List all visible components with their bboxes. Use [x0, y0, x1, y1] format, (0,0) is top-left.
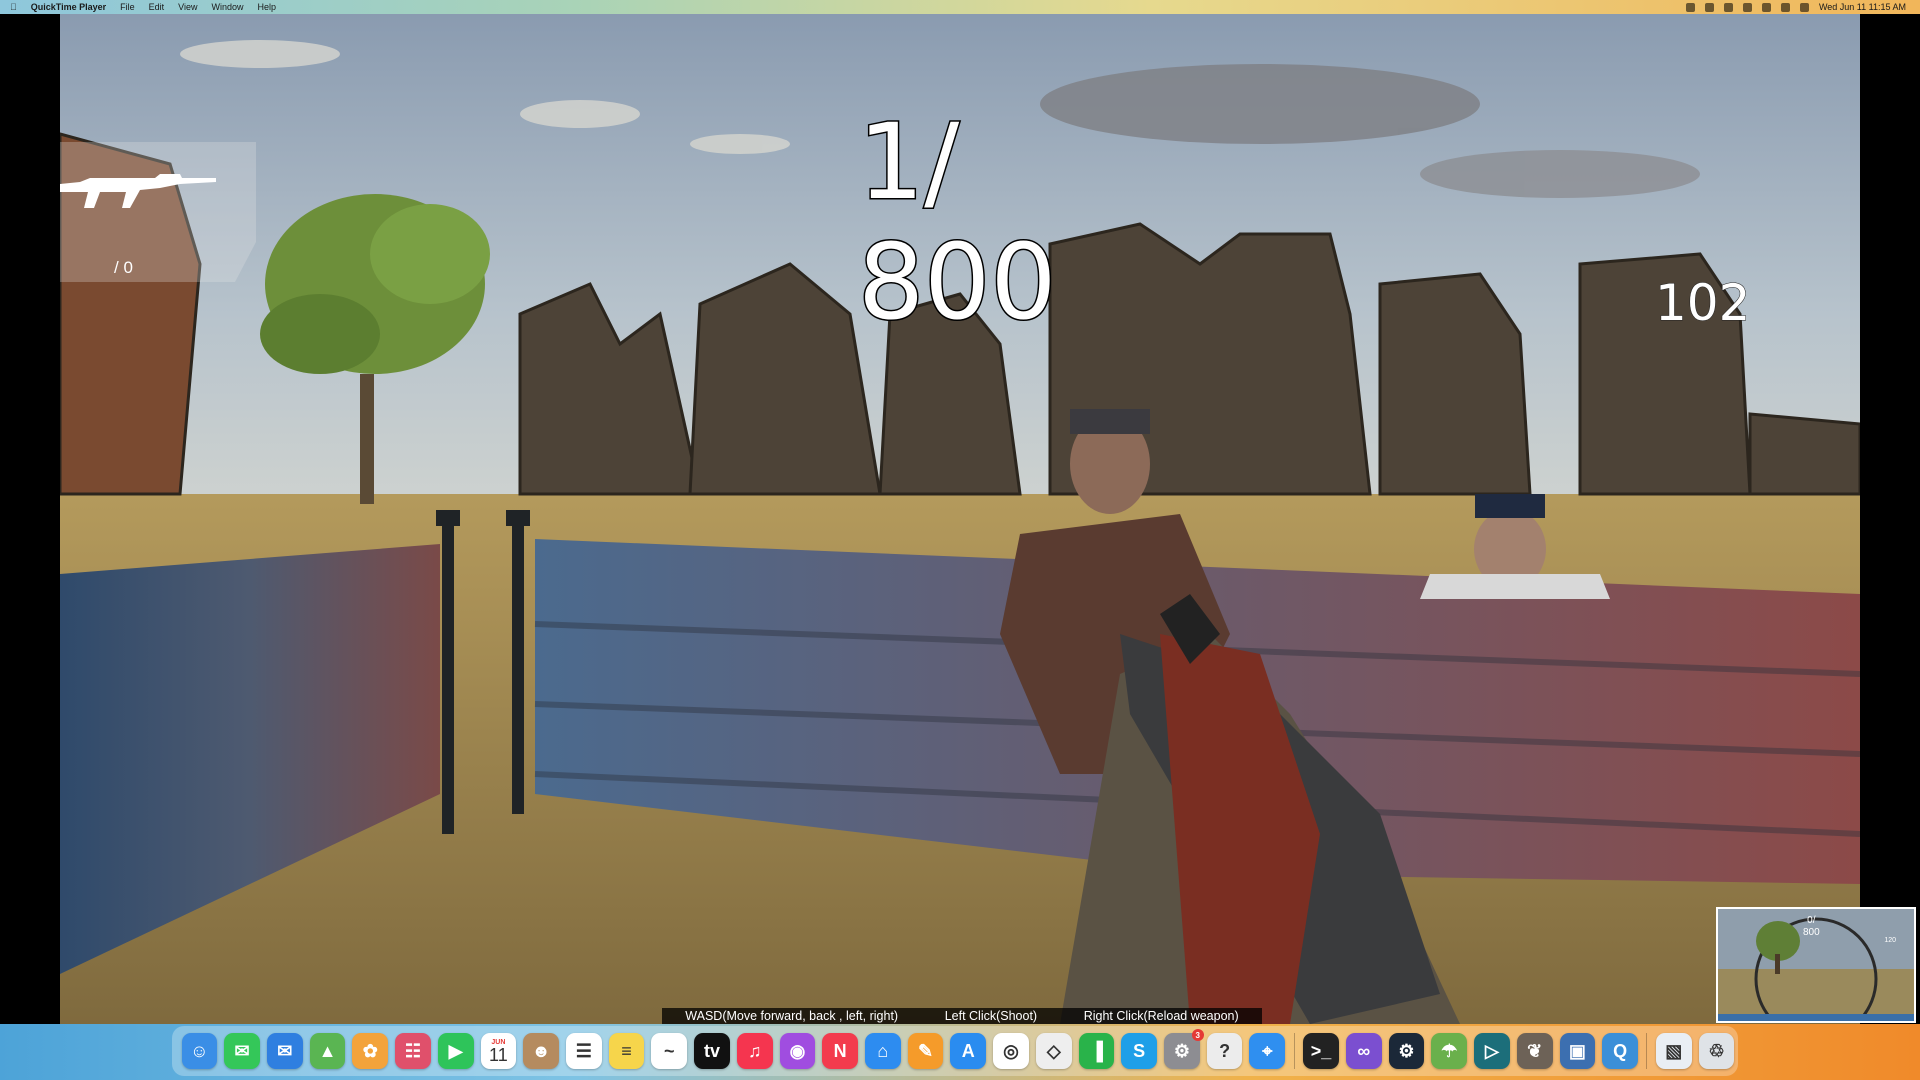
keynote-icon[interactable]: ⌂	[865, 1033, 901, 1069]
thumbnail-counter-current: 0/	[1807, 915, 1816, 926]
clock[interactable]: Wed Jun 11 11:15 AM	[1819, 2, 1906, 12]
menu-edit[interactable]: Edit	[149, 2, 165, 12]
kill-count: 102	[1654, 274, 1751, 333]
controls-shoot: Left Click(Shoot)	[944, 1009, 1038, 1023]
assault-rifle-icon	[60, 174, 216, 208]
freeform-icon[interactable]: ~	[651, 1033, 688, 1069]
skype-icon[interactable]: S	[1121, 1033, 1158, 1069]
calendar-icon[interactable]: JUN 11	[480, 1033, 517, 1069]
controls-reload: Right Click(Reload weapon)	[1083, 1009, 1239, 1023]
podcasts-icon[interactable]: ◉	[779, 1033, 816, 1069]
menu-help[interactable]: Help	[258, 2, 277, 12]
quicktime-icon[interactable]: Q	[1602, 1033, 1638, 1069]
menu-file[interactable]: File	[120, 2, 135, 12]
battery-icon[interactable]	[1742, 2, 1752, 12]
counter-target: 800	[857, 221, 1059, 344]
app-menu[interactable]: QuickTime Player	[31, 2, 106, 12]
control-center-icon[interactable]	[1799, 2, 1809, 12]
music-icon[interactable]: ♫	[736, 1033, 773, 1069]
wifi-icon[interactable]	[1780, 2, 1790, 12]
launchpad-icon[interactable]: ☷	[395, 1033, 431, 1069]
game-viewport[interactable]: / 0 1/ 800 102 WASD(Move forward, back ,…	[60, 14, 1860, 1024]
thumbnail-counter-target: 800	[1803, 927, 1820, 938]
controls-hint-bar: WASD(Move forward, back , left, right) L…	[662, 1008, 1262, 1024]
messages-icon[interactable]: ✉	[224, 1033, 260, 1069]
terminal-icon[interactable]: >_	[1303, 1033, 1339, 1069]
unity-icon[interactable]: ◇	[1035, 1033, 1072, 1069]
photos-icon[interactable]: ✿	[352, 1033, 389, 1069]
numbers-icon[interactable]: ▐	[1078, 1033, 1115, 1069]
menu-view[interactable]: View	[178, 2, 197, 12]
apple-icon[interactable]: 	[10, 2, 17, 12]
news-icon[interactable]: N	[822, 1033, 858, 1069]
controls-move: WASD(Move forward, back , left, right)	[685, 1009, 899, 1023]
apple-tv-icon[interactable]: tv	[694, 1033, 730, 1069]
mail-icon[interactable]: ✉	[266, 1033, 303, 1069]
status-icon[interactable]	[1723, 2, 1733, 12]
ammo-counter: / 0	[114, 258, 133, 277]
thumbnail-counter: 0/ 800	[1803, 915, 1820, 939]
help-icon[interactable]: ?	[1206, 1033, 1243, 1069]
visual-studio-icon[interactable]: ∞	[1345, 1033, 1382, 1069]
counter-current: 1/	[857, 101, 961, 224]
safari-icon[interactable]: ⌖	[1249, 1033, 1286, 1069]
contacts-icon[interactable]: ☻	[523, 1033, 559, 1069]
steam-icon[interactable]: ⚙	[1388, 1033, 1425, 1069]
dock-separator	[1646, 1033, 1648, 1069]
thumbnail-kill-count: 120	[1884, 937, 1896, 944]
weapon-panel	[60, 142, 256, 282]
calendar-day: 11	[489, 1044, 508, 1065]
screen-sharing-icon[interactable]: ▣	[1559, 1033, 1596, 1069]
screenshot-thumbnail[interactable]: 0/ 800 120	[1716, 907, 1916, 1023]
chrome-icon[interactable]: ◎	[993, 1033, 1029, 1069]
search-icon[interactable]	[1761, 2, 1771, 12]
pages-icon[interactable]: ✎	[907, 1033, 944, 1069]
trash-icon[interactable]: ♲	[1698, 1033, 1735, 1069]
facetime-icon[interactable]: ▶	[437, 1033, 474, 1069]
dock: ☺ ✉ ✉ ▲ ✿ ☷ ▶ JUN 11 ☻ ☰ ≡ ~ tv ♫ ◉ N ⌂ ✎ A ◎ ◇ ▐ S ⚙ 3? ⌖ >_ ∞ ⚙ ☂ ▷ ❦ ▣…	[172, 1026, 1738, 1076]
preview-icon[interactable]: ▧	[1655, 1033, 1692, 1069]
status-icon[interactable]	[1685, 2, 1695, 12]
status-icon[interactable]	[1704, 2, 1714, 12]
maps-icon[interactable]: ▲	[309, 1033, 346, 1069]
dock-separator	[1293, 1033, 1295, 1069]
gimp-icon[interactable]: ❦	[1516, 1033, 1553, 1069]
menu-window[interactable]: Window	[212, 2, 244, 12]
reminders-icon[interactable]: ☰	[565, 1033, 602, 1069]
notes-icon[interactable]: ≡	[608, 1033, 645, 1069]
score-counter: 1/ 800	[857, 101, 1059, 344]
android-studio-icon[interactable]: ☂	[1431, 1033, 1468, 1069]
system-settings-icon[interactable]: ⚙ 3	[1164, 1029, 1204, 1069]
finder-icon[interactable]: ☺	[181, 1033, 218, 1069]
menu-bar:  QuickTime Player File Edit View Window…	[0, 0, 1920, 14]
app-store-icon[interactable]: A	[950, 1033, 987, 1069]
cursor-app-icon[interactable]: ▷	[1474, 1033, 1510, 1069]
notification-badge: 3	[1191, 1029, 1204, 1041]
